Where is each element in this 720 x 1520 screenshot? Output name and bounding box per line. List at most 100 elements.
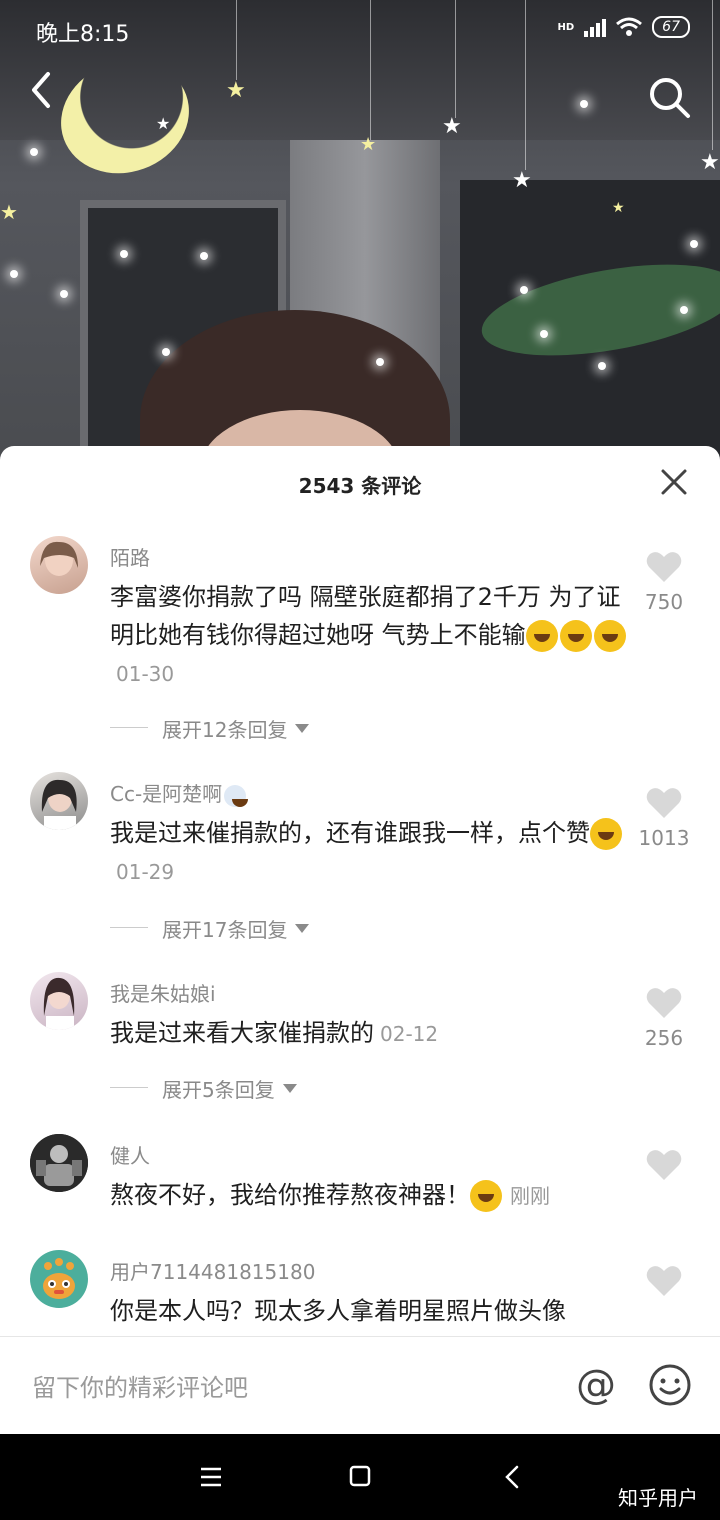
video-background[interactable]: ★ ★ ★ ★ ★ ★ ★ ★	[0, 0, 720, 460]
like-count: 1013	[638, 826, 690, 850]
comment-body: 我是过来看大家催捐款的	[110, 1019, 374, 1047]
sparkle	[162, 348, 170, 356]
comment-body: 我是过来催捐款的，还有谁跟我一样，点个赞	[110, 819, 590, 847]
comment-username[interactable]: Cc-是阿楚啊	[110, 778, 249, 807]
back-button[interactable]	[26, 70, 66, 120]
sparkle	[598, 362, 606, 370]
comment-time: 01-29	[116, 860, 175, 884]
emoji-button[interactable]	[648, 1363, 692, 1407]
star-decoration: ★	[700, 150, 720, 175]
back-arrow-icon	[32, 72, 50, 108]
like-button[interactable]: 1013	[634, 786, 694, 850]
avatar-image	[30, 1134, 88, 1192]
close-icon	[661, 469, 687, 495]
signal-icon	[584, 17, 607, 37]
comment-count-title: 2543 条评论	[298, 474, 422, 498]
expand-replies-button[interactable]: 展开5条回复	[110, 1074, 297, 1103]
home-button[interactable]	[348, 1464, 372, 1488]
star-decoration: ★	[226, 78, 246, 103]
back-chevron-icon	[505, 1465, 519, 1489]
comment-time: 01-30	[116, 662, 175, 686]
avatar-image	[40, 541, 78, 576]
sparkle	[690, 240, 698, 248]
close-button[interactable]	[658, 466, 690, 498]
avatar-image	[43, 977, 75, 1030]
comment-body: 熬夜不好，我给你推荐熬夜神器！	[110, 1181, 470, 1209]
sparkle	[10, 270, 18, 278]
expand-replies-button[interactable]: 展开17条回复	[110, 914, 310, 943]
comment-body: 你是本人吗？现太多人拿着明星照片做头像	[110, 1297, 566, 1325]
like-button[interactable]	[634, 1148, 694, 1182]
menu-icon	[201, 1467, 221, 1487]
avatar[interactable]	[30, 1134, 88, 1192]
weather-emoji	[224, 784, 249, 807]
mention-button[interactable]: @	[574, 1363, 618, 1407]
sparkle	[30, 148, 38, 156]
comment-text[interactable]: 你是本人吗？现太多人拿着明星照片做头像	[110, 1292, 630, 1330]
sparkle	[120, 250, 128, 258]
recents-button[interactable]	[198, 1464, 224, 1490]
heart-icon	[646, 988, 682, 1018]
sparkle	[580, 100, 588, 108]
comments-sheet: 2543 条评论 陌路 李富婆你捐款了吗 隔壁张庭都捐了2千万 为了证明比她有钱…	[0, 446, 720, 1434]
avatar-image	[43, 1258, 75, 1299]
avatar-image	[41, 779, 77, 830]
system-nav-bar: 知乎用户	[0, 1434, 720, 1520]
comment-username[interactable]: 用户7114481815180	[110, 1256, 315, 1285]
comment-username-text: Cc-是阿楚啊	[110, 782, 223, 806]
caret-down-icon	[295, 724, 310, 733]
caret-down-icon	[295, 924, 310, 933]
comment-time: 刚刚	[510, 1184, 550, 1208]
caret-down-icon	[282, 1084, 297, 1093]
search-button[interactable]	[648, 76, 692, 120]
comment-username[interactable]: 健人	[110, 1140, 150, 1169]
search-icon	[650, 78, 690, 118]
star-decoration: ★	[612, 200, 625, 216]
smiley-icon	[649, 1364, 691, 1406]
avatar[interactable]	[30, 536, 88, 594]
avatar[interactable]	[30, 1250, 88, 1308]
sparkle	[60, 290, 68, 298]
network-type-label: HD	[557, 21, 575, 33]
heart-icon	[646, 552, 682, 582]
expand-replies-button[interactable]: 展开12条回复	[110, 714, 310, 743]
expand-replies-label: 展开12条回复	[162, 718, 288, 742]
comment-input[interactable]	[30, 1367, 514, 1409]
wifi-icon	[616, 17, 643, 36]
star-decoration: ★	[512, 168, 532, 193]
grin-emoji	[470, 1180, 502, 1212]
nav-back-button[interactable]	[500, 1464, 526, 1490]
rofl-emoji	[593, 620, 626, 652]
like-button[interactable]	[634, 1264, 694, 1298]
comment-text[interactable]: 李富婆你捐款了吗 隔壁张庭都捐了2千万 为了证明比她有钱你得超过她呀 气势上不能…	[110, 578, 630, 693]
heart-icon	[646, 1266, 682, 1296]
sparkle	[200, 252, 208, 260]
sparkle	[520, 286, 528, 294]
expand-replies-label: 展开17条回复	[162, 918, 288, 942]
avatar[interactable]	[30, 972, 88, 1030]
like-count: 750	[644, 590, 684, 614]
star-decoration: ★	[156, 114, 171, 133]
thinking-emoji	[590, 818, 622, 850]
star-decoration: ★	[442, 114, 462, 139]
like-button[interactable]: 750	[634, 550, 694, 614]
comment-text[interactable]: 我是过来看大家催捐款的 02-12	[110, 1014, 630, 1053]
expand-replies-label: 展开5条回复	[162, 1078, 275, 1102]
status-bar: 晚上8:15 HD 67	[0, 0, 720, 60]
watermark: 知乎用户	[618, 1486, 698, 1510]
comment-text[interactable]: 熬夜不好，我给你推荐熬夜神器！ 刚刚	[110, 1176, 650, 1215]
like-button[interactable]: 256	[634, 986, 694, 1050]
heart-icon	[646, 1150, 682, 1180]
square-icon	[349, 1465, 371, 1487]
battery-icon: 67	[652, 16, 690, 38]
rofl-emoji	[559, 620, 592, 652]
comment-text[interactable]: 我是过来催捐款的，还有谁跟我一样，点个赞 01-29	[110, 814, 630, 891]
comment-username[interactable]: 陌路	[110, 542, 150, 571]
star-decoration: ★	[360, 134, 377, 155]
sparkle	[376, 358, 384, 366]
avatar[interactable]	[30, 772, 88, 830]
status-icons: HD 67	[557, 16, 690, 38]
star-decoration: ★	[0, 200, 18, 224]
heart-icon	[646, 788, 682, 818]
comment-username[interactable]: 我是朱姑娘i	[110, 978, 216, 1007]
